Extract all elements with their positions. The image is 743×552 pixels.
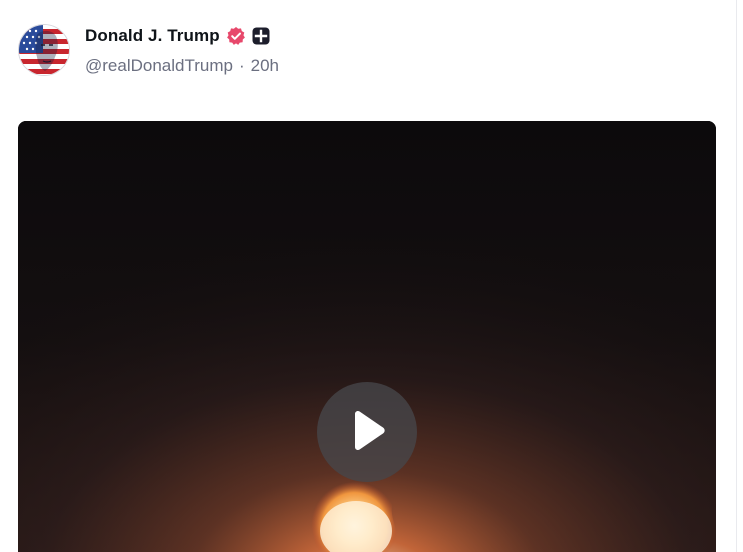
post-card: Donald J. Trump @realDonaldTrump · 20h — [0, 0, 743, 552]
author-handle[interactable]: @realDonaldTrump — [85, 56, 233, 76]
meta-separator: · — [238, 56, 245, 75]
video-thumbnail — [18, 121, 716, 552]
author-display-name[interactable]: Donald J. Trump — [85, 26, 220, 46]
plus-badge-icon — [252, 27, 270, 45]
play-button[interactable] — [317, 382, 417, 482]
post-header: Donald J. Trump @realDonaldTrump · 20h — [85, 24, 279, 78]
name-row: Donald J. Trump — [85, 24, 279, 48]
avatar[interactable] — [18, 24, 70, 76]
column-divider — [736, 0, 737, 552]
american-flag-portrait-avatar — [19, 25, 69, 75]
post-meta: @realDonaldTrump · 20h — [85, 54, 279, 78]
verified-badge-icon — [226, 26, 246, 46]
video-player[interactable] — [18, 121, 716, 552]
post-timestamp[interactable]: 20h — [251, 56, 279, 76]
play-icon — [355, 410, 385, 451]
